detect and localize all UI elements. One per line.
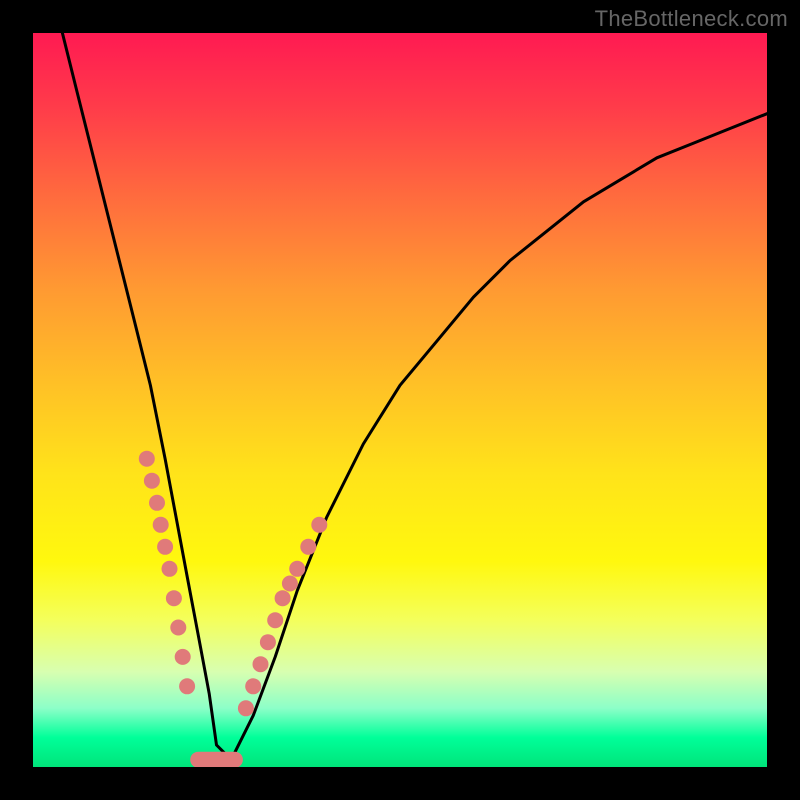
outer-frame: TheBottleneck.com bbox=[0, 0, 800, 800]
chart-svg bbox=[33, 33, 767, 767]
left-dot-cluster-dot bbox=[166, 590, 182, 606]
left-dot-cluster-dot bbox=[139, 451, 155, 467]
left-dot-cluster-dot bbox=[170, 620, 186, 636]
right-dot-cluster-dot bbox=[282, 576, 298, 592]
right-dot-cluster-dot bbox=[260, 634, 276, 650]
plot-area bbox=[33, 33, 767, 767]
curve-layer bbox=[62, 33, 767, 760]
left-dot-cluster-dot bbox=[162, 561, 178, 577]
right-dot-cluster-dot bbox=[300, 539, 316, 555]
left-dot-cluster-dot bbox=[153, 517, 169, 533]
right-dot-cluster-dot bbox=[289, 561, 305, 577]
bottleneck-curve-path bbox=[62, 33, 767, 760]
left-dot-cluster-dot bbox=[179, 678, 195, 694]
right-dot-cluster-dot bbox=[275, 590, 291, 606]
right-dot-cluster-dot bbox=[238, 700, 254, 716]
watermark-text: TheBottleneck.com bbox=[595, 6, 788, 32]
right-dot-cluster-dot bbox=[311, 517, 327, 533]
right-dot-cluster-dot bbox=[267, 612, 283, 628]
left-dot-cluster-dot bbox=[175, 649, 191, 665]
left-dot-cluster-dot bbox=[157, 539, 173, 555]
right-dot-cluster-dot bbox=[245, 678, 261, 694]
left-dot-cluster-dot bbox=[144, 473, 160, 489]
dots-layer bbox=[139, 451, 327, 760]
left-dot-cluster-dot bbox=[149, 495, 165, 511]
right-dot-cluster-dot bbox=[253, 656, 269, 672]
